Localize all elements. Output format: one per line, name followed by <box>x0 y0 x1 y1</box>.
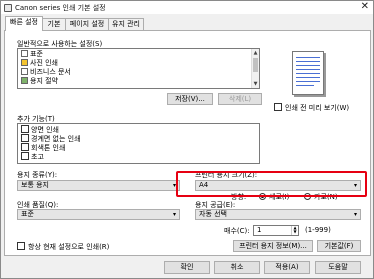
print-quality-dropdown[interactable]: 표준 ▾ <box>17 209 180 220</box>
paper-preview <box>290 51 326 97</box>
presets-list[interactable]: 표준 사진 인쇄 비즈니스 문서 용지 절약 ▲ ▼ <box>17 48 260 89</box>
delete-button[interactable]: 삭제(L) <box>218 93 262 105</box>
title-bar: Canon series 인쇄 기본 설정 ✕ <box>1 1 373 14</box>
preview-checkbox[interactable] <box>274 103 282 111</box>
save-button[interactable]: 저장(V)... <box>167 93 213 105</box>
chevron-down-icon: ▾ <box>353 211 357 218</box>
tab-page-setup[interactable]: 페이지 설정 <box>65 18 109 30</box>
scroll-down-icon[interactable]: ▼ <box>252 80 259 88</box>
tab-main[interactable]: 기본 <box>42 18 66 30</box>
apply-button[interactable]: 적용(A) <box>264 261 310 274</box>
copies-range: (1-999) <box>305 226 331 234</box>
printer-icon <box>4 4 12 12</box>
printer-paper-info-button[interactable]: 프린터 용지 정보(M)... <box>233 240 313 252</box>
paper-source-highlight <box>176 171 367 197</box>
list-item[interactable]: 사진 인쇄 <box>21 59 58 68</box>
tab-quick-setup[interactable]: 빠른 설정 <box>5 16 43 31</box>
document-icon <box>21 68 28 75</box>
paper-preview-icon <box>292 51 324 95</box>
scroll-thumb[interactable] <box>253 58 258 72</box>
copies-spinner[interactable]: 1 ▲ ▼ <box>253 225 299 236</box>
scroll-up-icon[interactable]: ▲ <box>252 49 259 57</box>
tab-maintenance[interactable]: 유지 관리 <box>108 18 144 30</box>
list-item[interactable]: 용지 절약 <box>21 77 58 86</box>
always-print-checkbox[interactable] <box>17 242 25 250</box>
chevron-down-icon: ▾ <box>172 211 176 218</box>
media-type-label: 용지 종류(Y): <box>17 171 58 179</box>
document-icon <box>21 50 28 57</box>
preview-checkbox-label: 인쇄 전 미리 보기(W) <box>285 104 350 112</box>
spinner-arrows-icon[interactable]: ▲ ▼ <box>291 226 298 235</box>
defaults-button[interactable]: 기본값(F) <box>317 240 361 252</box>
photo-icon <box>21 59 28 66</box>
paper-saving-icon <box>21 77 28 84</box>
list-item[interactable]: 비즈니스 문서 <box>21 68 71 77</box>
cancel-button[interactable]: 취소 <box>214 261 260 274</box>
always-print-label: 항상 현재 설정으로 인쇄(R) <box>28 243 110 251</box>
media-type-dropdown[interactable]: 보통 용지 ▾ <box>17 180 180 191</box>
duplex-checkbox[interactable] <box>21 125 29 133</box>
close-button[interactable]: ✕ <box>361 1 369 13</box>
list-item[interactable]: 표준 <box>21 50 43 59</box>
print-settings-window: Canon series 인쇄 기본 설정 ✕ 빠른 설정 기본 페이지 설정 … <box>0 0 374 279</box>
paper-source-dropdown[interactable]: 자동 선택 ▾ <box>195 209 361 220</box>
draft-checkbox[interactable] <box>21 152 29 160</box>
draft-label: 초고 <box>31 153 44 161</box>
window-title: Canon series 인쇄 기본 설정 <box>15 4 106 12</box>
borderless-checkbox[interactable] <box>21 134 29 142</box>
copies-label: 매수(C): <box>224 227 250 235</box>
ok-button[interactable]: 확인 <box>164 261 210 274</box>
presets-scrollbar[interactable]: ▲ ▼ <box>251 49 259 88</box>
grayscale-checkbox[interactable] <box>21 143 29 151</box>
help-button[interactable]: 도움말 <box>315 261 361 274</box>
